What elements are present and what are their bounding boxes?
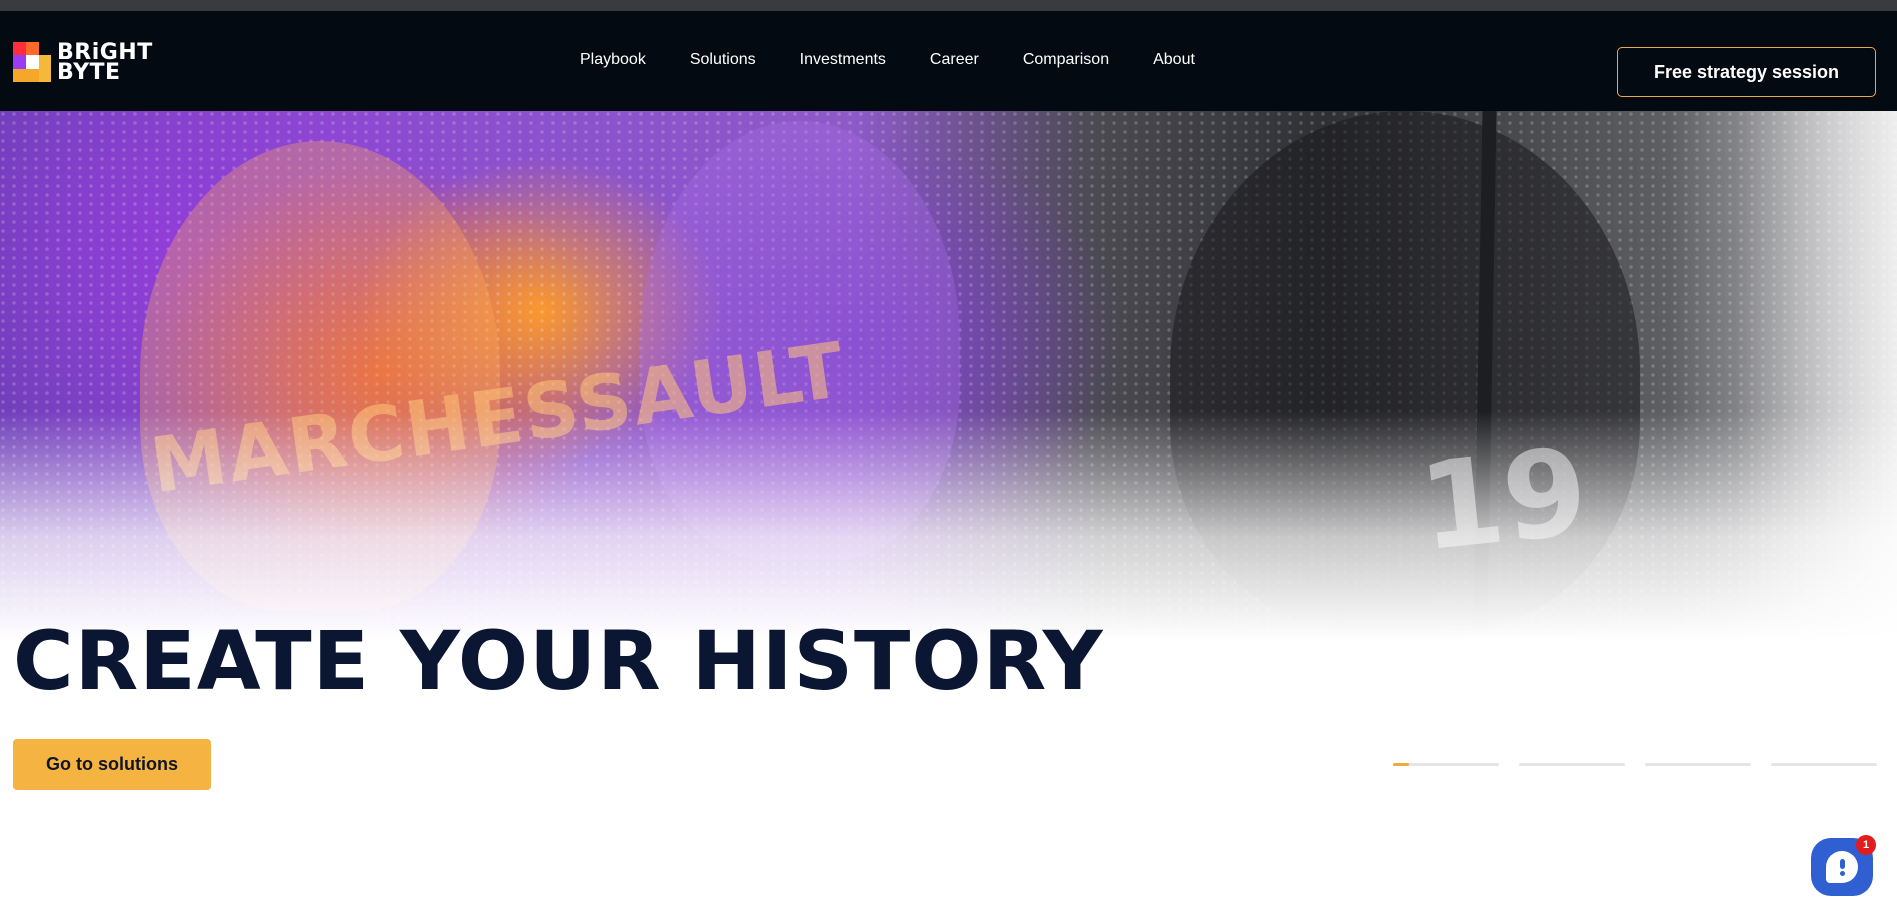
slider-indicator[interactable]: [1771, 763, 1877, 766]
logo-text: BRiGHT BYTE: [57, 42, 153, 85]
hero-slider-indicators: [1393, 763, 1877, 766]
logo-mark-icon: [13, 42, 51, 84]
chat-unread-badge: 1: [1856, 835, 1876, 855]
browser-top-strip: [0, 0, 1897, 11]
nav-item-playbook[interactable]: Playbook: [580, 51, 646, 69]
go-to-solutions-button[interactable]: Go to solutions: [13, 739, 211, 790]
slider-indicator[interactable]: [1645, 763, 1751, 766]
free-strategy-session-button[interactable]: Free strategy session: [1617, 47, 1876, 97]
hero-banner: MARCHESSAULT 19: [0, 111, 1897, 641]
nav-item-comparison[interactable]: Comparison: [1023, 51, 1109, 69]
nav-item-about[interactable]: About: [1153, 51, 1195, 69]
hero-fade-bottom: [0, 411, 1897, 641]
brand-logo[interactable]: BRiGHT BYTE: [13, 41, 158, 85]
main-nav: Playbook Solutions Investments Career Co…: [580, 51, 1239, 69]
slider-indicator[interactable]: [1519, 763, 1625, 766]
logo-line-2: BYTE: [57, 60, 121, 85]
chat-icon-mark: [1840, 859, 1845, 869]
site-header: BRiGHT BYTE Playbook Solutions Investmen…: [0, 11, 1897, 111]
hero-title: CREATE YOUR HISTORY: [13, 615, 1104, 709]
nav-item-solutions[interactable]: Solutions: [690, 51, 756, 69]
slider-indicator-progress: [1393, 763, 1409, 766]
chat-icon-dot: [1840, 871, 1845, 876]
nav-item-investments[interactable]: Investments: [800, 51, 886, 69]
slider-indicator[interactable]: [1393, 763, 1499, 766]
nav-item-career[interactable]: Career: [930, 51, 979, 69]
